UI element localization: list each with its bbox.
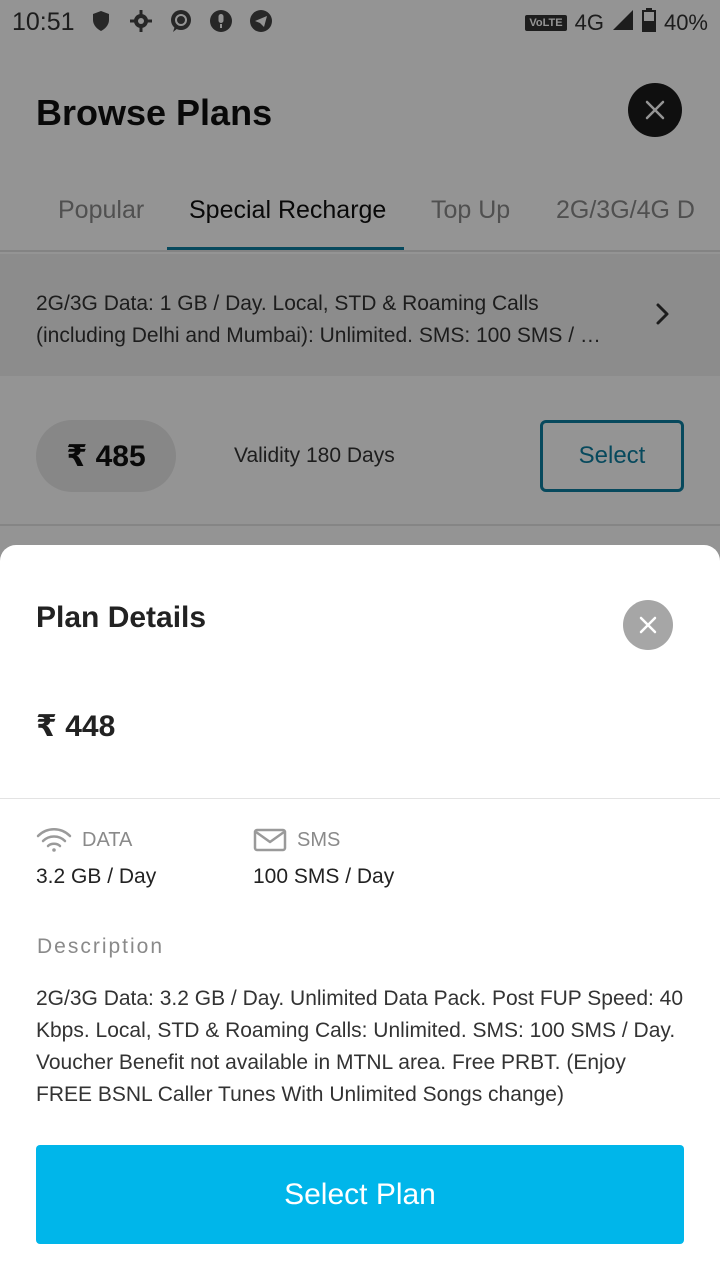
data-benefit: DATA 3.2 GB / Day: [36, 827, 156, 889]
data-label: DATA: [82, 828, 133, 851]
close-icon: [639, 616, 657, 634]
plan-details-price: ₹ 448: [36, 710, 116, 743]
divider: [0, 798, 720, 799]
description-heading: Description: [37, 935, 165, 958]
data-value: 3.2 GB / Day: [36, 865, 157, 888]
sms-benefit: SMS 100 SMS / Day: [253, 827, 394, 889]
wifi-icon: [36, 828, 72, 852]
select-plan-button[interactable]: Select Plan: [36, 1145, 684, 1244]
envelope-icon: [253, 828, 287, 852]
plan-description-full: 2G/3G Data: 3.2 GB / Day. Unlimited Data…: [36, 987, 684, 1106]
sheet-close-button[interactable]: [623, 600, 673, 650]
sheet-title: Plan Details: [36, 601, 207, 634]
plan-details-sheet: Plan Details ₹ 448 DATA 3.2 GB / Day SMS…: [0, 545, 720, 1280]
sms-label: SMS: [297, 828, 341, 851]
sms-value: 100 SMS / Day: [253, 865, 395, 888]
